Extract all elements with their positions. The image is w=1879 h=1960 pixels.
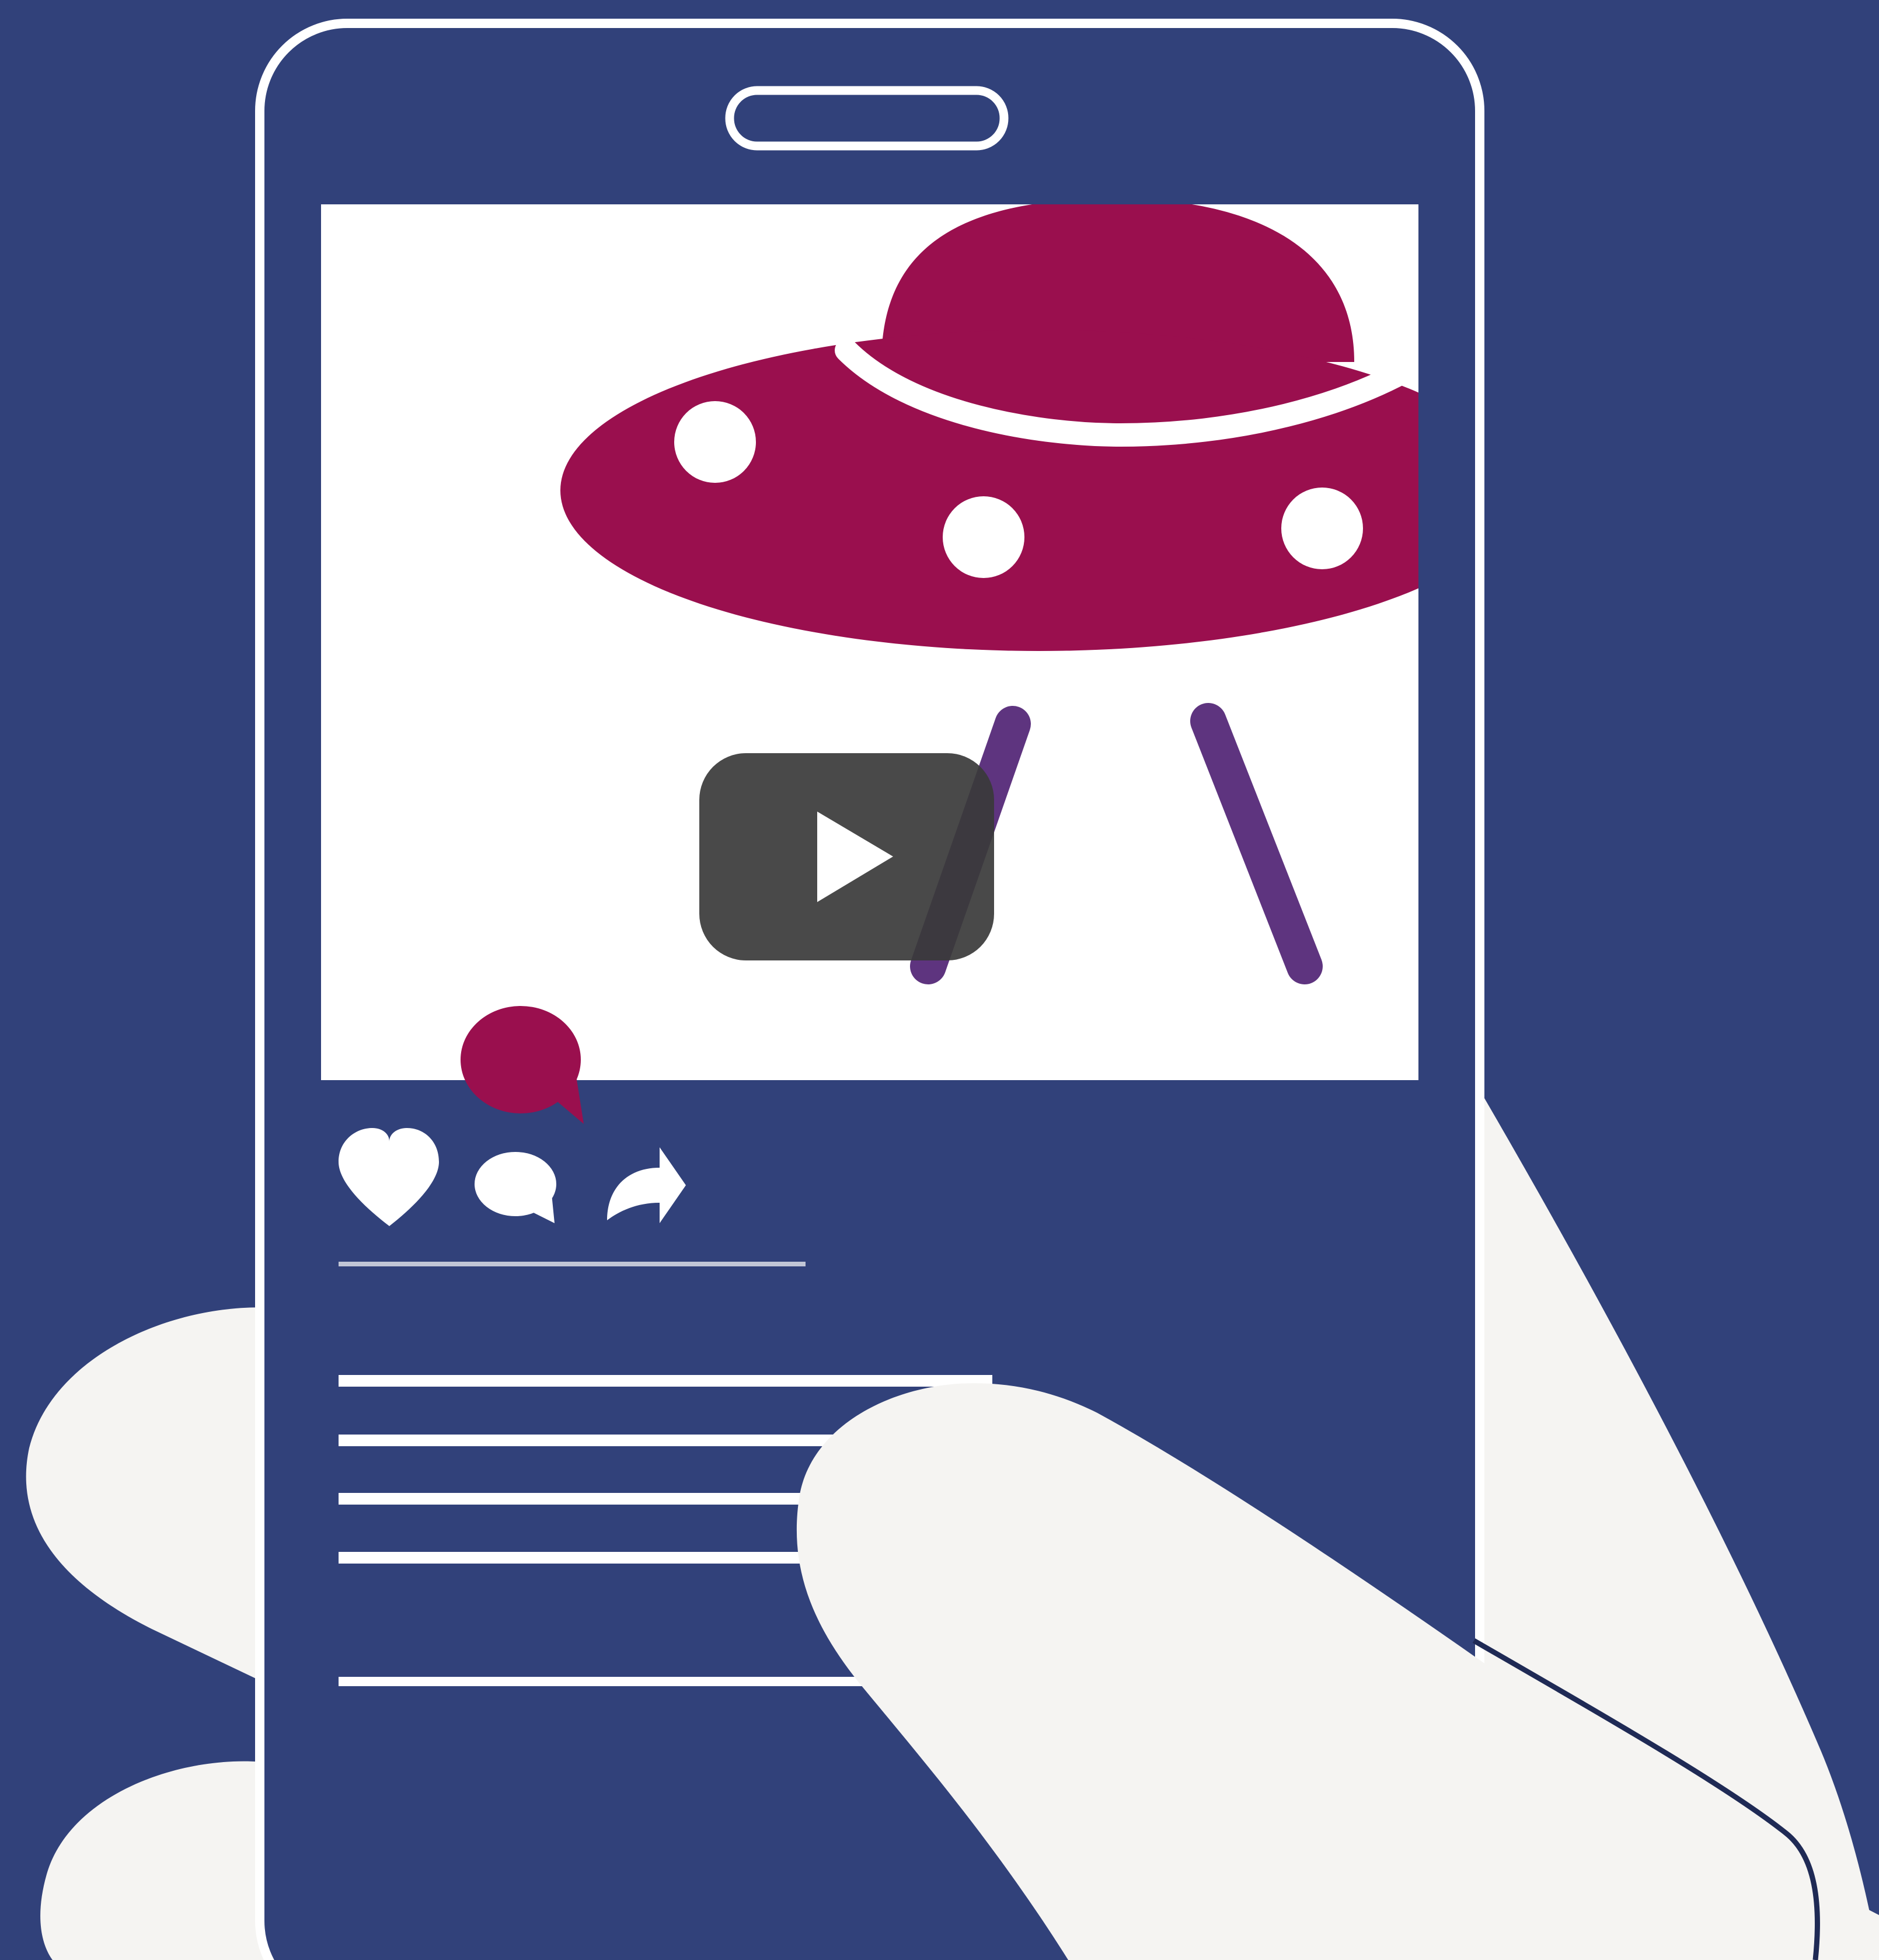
play-button[interactable] <box>699 753 994 960</box>
ufo-window <box>674 401 756 483</box>
ufo-window <box>943 496 1024 578</box>
illustration-stage <box>0 0 1879 1960</box>
phone-illustration <box>0 0 1879 1960</box>
ufo-window <box>1281 488 1363 569</box>
